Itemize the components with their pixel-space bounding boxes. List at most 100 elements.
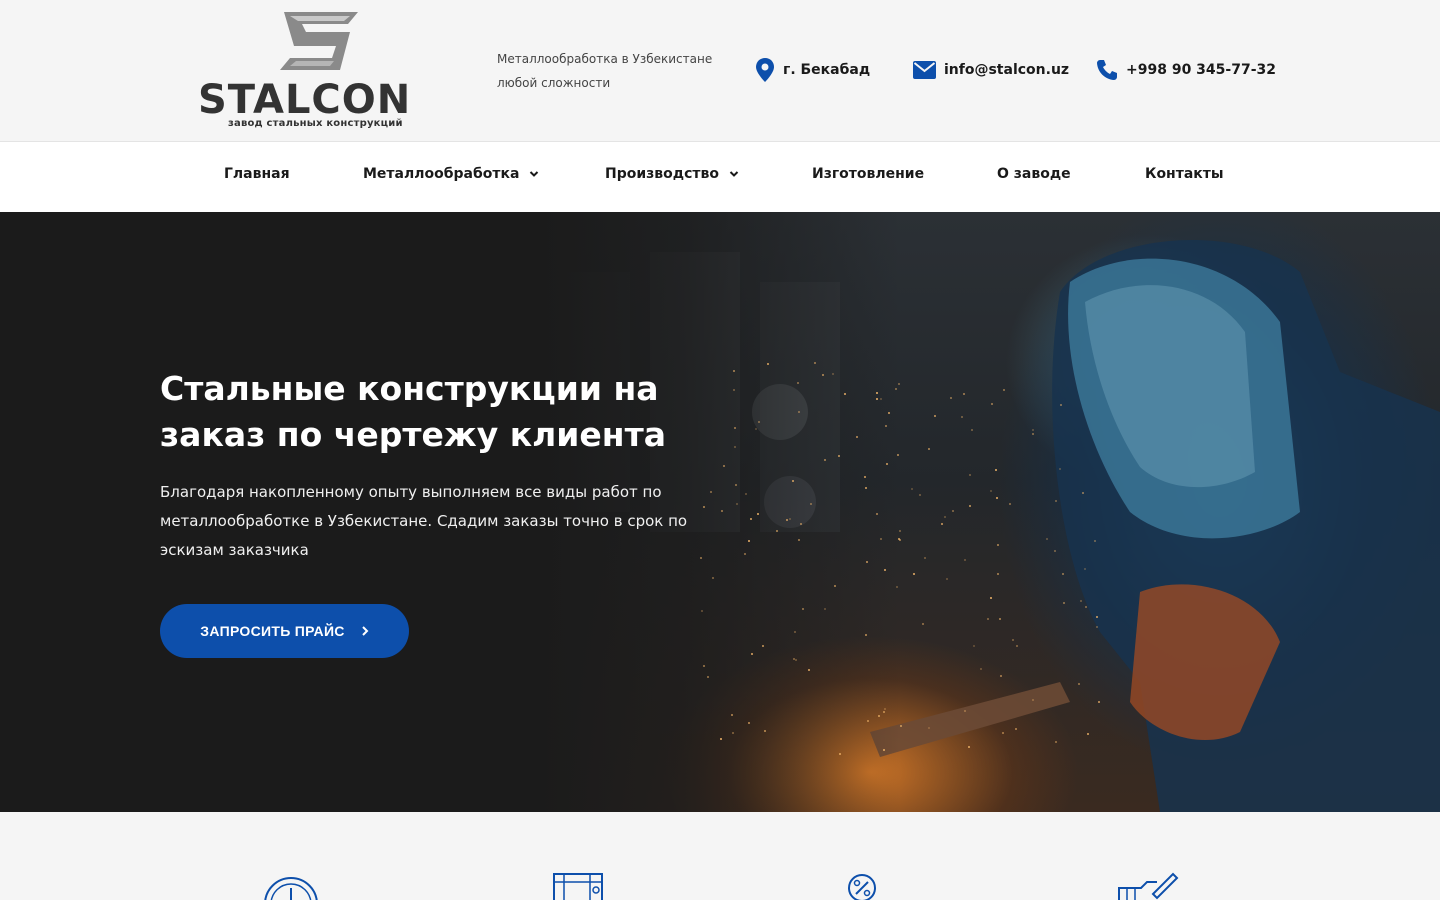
spark-particle xyxy=(720,737,723,740)
spark-particle xyxy=(941,522,944,525)
spark-particle xyxy=(1060,403,1063,406)
request-price-label: ЗАПРОСИТЬ ПРАЙС xyxy=(200,623,345,639)
spark-particle xyxy=(757,420,760,423)
spark-particle xyxy=(798,410,801,413)
spark-particle xyxy=(843,392,846,395)
spark-particle xyxy=(968,504,971,507)
drawing-icon xyxy=(1118,872,1179,900)
machine-icon xyxy=(553,873,603,900)
nav-item-label: О заводе xyxy=(997,166,1071,182)
nav-item-label: Контакты xyxy=(1145,166,1224,182)
site-header: STALCON завод стальных конструкций Метал… xyxy=(0,0,1440,142)
logo[interactable]: STALCON завод стальных конструкций xyxy=(198,10,448,132)
spark-particle xyxy=(823,459,826,462)
spark-particle xyxy=(754,427,757,430)
hero-section: Стальные конструкции на заказ по чертежу… xyxy=(0,212,1440,812)
spark-particle xyxy=(962,392,965,395)
brand-subtitle: завод стальных конструкций xyxy=(228,118,403,129)
nav-item-manufacturing[interactable]: Изготовление xyxy=(812,166,924,182)
spark-particle xyxy=(1002,388,1005,391)
clock-icon xyxy=(264,877,318,900)
nav-item-metalworking[interactable]: Металлообработка xyxy=(363,166,539,182)
envelope-icon xyxy=(913,61,936,79)
spark-particle xyxy=(855,435,858,438)
chevron-right-icon xyxy=(362,626,369,636)
header-city: г. Бекабад xyxy=(755,56,870,84)
spark-particle xyxy=(775,529,778,532)
nav-item-label: Главная xyxy=(224,166,290,182)
spark-particle xyxy=(896,453,899,456)
spark-particle xyxy=(911,487,914,490)
request-price-button[interactable]: ЗАПРОСИТЬ ПРАЙС xyxy=(160,604,409,658)
spark-particle xyxy=(885,462,888,465)
spark-particle xyxy=(1084,605,1087,608)
spark-particle xyxy=(877,714,880,717)
spark-particle xyxy=(838,454,840,457)
spark-particle xyxy=(1079,600,1082,603)
nav-item-contacts[interactable]: Контакты xyxy=(1145,166,1224,182)
spark-particle xyxy=(949,396,952,399)
spark-particle xyxy=(927,448,930,451)
chevron-down-icon xyxy=(729,171,739,177)
hero-title: Стальные конструкции на заказ по чертежу… xyxy=(160,369,667,454)
spark-particle xyxy=(1096,625,1099,628)
spark-particle xyxy=(749,518,752,521)
spark-particle xyxy=(897,382,900,385)
nav-item-label: Производство xyxy=(605,166,719,182)
header-email[interactable]: info@stalcon.uz xyxy=(913,56,1069,84)
email-link[interactable]: info@stalcon.uz xyxy=(944,62,1069,78)
spark-particle xyxy=(875,512,878,515)
nav-item-label: Изготовление xyxy=(812,166,925,182)
brand-name: STALCON xyxy=(198,77,412,123)
spark-particle xyxy=(994,468,997,471)
main-nav: Главная Металлообработка Производство Из… xyxy=(0,142,1440,212)
spark-particle xyxy=(763,730,766,733)
spark-particle xyxy=(986,617,989,620)
location-pin-icon xyxy=(756,58,774,82)
spark-particle xyxy=(964,709,967,712)
spark-particle xyxy=(838,752,841,755)
chevron-down-icon xyxy=(530,171,539,177)
spark-particle xyxy=(722,464,725,467)
spark-particle xyxy=(866,719,869,722)
spark-particle xyxy=(885,424,888,427)
spark-particle xyxy=(972,644,975,647)
nav-item-home[interactable]: Главная xyxy=(224,166,290,182)
spark-particle xyxy=(945,578,948,581)
spark-particle xyxy=(898,529,901,532)
spark-particle xyxy=(794,630,797,633)
spark-particle xyxy=(720,509,723,512)
spark-particle xyxy=(711,576,714,579)
spark-particle xyxy=(794,659,797,662)
spark-particle xyxy=(989,489,992,492)
spark-particle xyxy=(1058,467,1061,470)
header-phone[interactable]: +998 90 345-77-32 xyxy=(1096,56,1276,84)
spark-particle xyxy=(865,486,868,489)
spark-particle xyxy=(1054,741,1057,744)
spark-particle xyxy=(1009,502,1012,505)
spark-particle xyxy=(743,553,746,556)
nav-item-about[interactable]: О заводе xyxy=(997,166,1071,182)
spark-particle xyxy=(748,721,751,724)
spark-particle xyxy=(899,724,902,727)
spark-particle xyxy=(1082,491,1085,494)
spark-particle xyxy=(1001,731,1004,734)
spark-particle xyxy=(887,412,890,415)
spark-particle xyxy=(1095,616,1098,619)
header-tagline: Металлообработка в Узбекистане любой сло… xyxy=(497,52,713,90)
nav-item-production[interactable]: Производство xyxy=(605,166,739,182)
spark-particle xyxy=(934,414,937,417)
spark-particle xyxy=(921,622,924,625)
spark-particle xyxy=(808,668,811,671)
logo-mark-icon xyxy=(280,12,358,70)
hero-description: Благодаря накопленному опыту выполняем в… xyxy=(160,483,688,559)
spark-particle xyxy=(944,515,947,518)
spark-particle xyxy=(1083,567,1086,570)
spark-particle xyxy=(813,362,816,364)
city-label: г. Бекабад xyxy=(783,62,871,78)
spark-particle xyxy=(834,584,837,587)
spark-particle xyxy=(918,494,921,497)
phone-link[interactable]: +998 90 345-77-32 xyxy=(1126,62,1276,78)
spark-particle xyxy=(735,503,738,506)
spark-particle xyxy=(761,644,764,647)
